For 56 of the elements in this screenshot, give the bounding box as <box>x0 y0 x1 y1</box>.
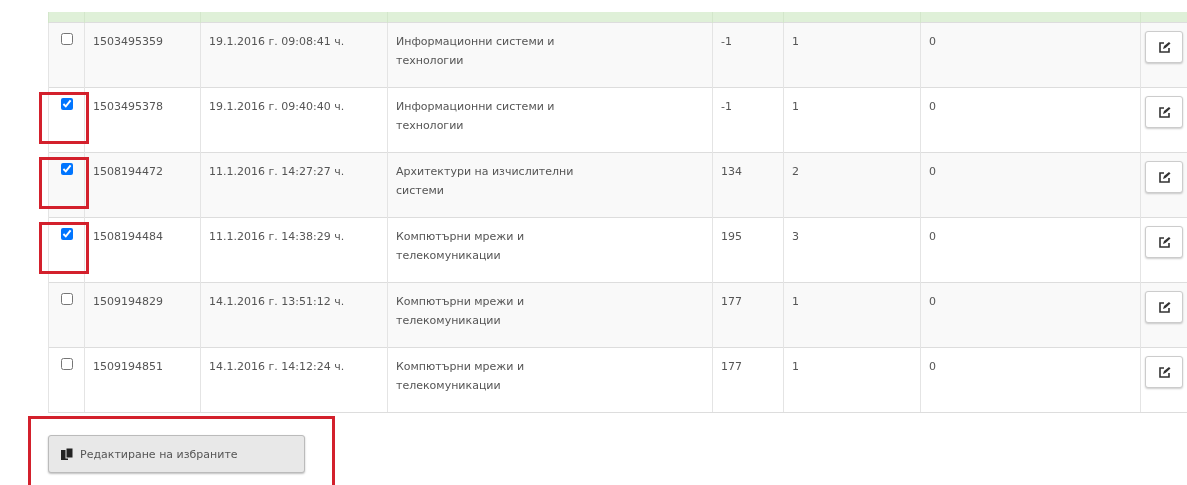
edit-button[interactable] <box>1145 356 1183 388</box>
edit-selected-button[interactable]: Редактиране на избраните <box>48 435 305 473</box>
value-cell: 0 <box>929 295 936 308</box>
id-cell: 1508194472 <box>93 165 163 178</box>
id-cell: 1503495378 <box>93 100 163 113</box>
count-cell: 1 <box>792 295 799 308</box>
value-cell: -1 <box>721 100 732 113</box>
edit-icon <box>1157 40 1171 54</box>
value-cell: 0 <box>929 360 936 373</box>
value-cell: 177 <box>721 360 742 373</box>
count-cell: 3 <box>792 230 799 243</box>
id-cell: 1509194851 <box>93 360 163 373</box>
edit-icon <box>1157 300 1171 314</box>
row-checkbox[interactable] <box>60 33 73 45</box>
row-checkbox[interactable] <box>60 293 73 305</box>
count-cell: 1 <box>792 35 799 48</box>
files-icon <box>61 447 75 461</box>
subject-cell-text: Компютърни мрежи и телекомуникации <box>396 294 526 329</box>
id-cell: 1509194829 <box>93 295 163 308</box>
value-cell: 134 <box>721 165 742 178</box>
id-cell: 1508194484 <box>93 230 163 243</box>
row-checkbox[interactable] <box>60 163 73 175</box>
subject-cell-text: Компютърни мрежи и телекомуникации <box>396 229 526 264</box>
row-checkbox[interactable] <box>60 358 73 370</box>
value-cell: 195 <box>721 230 742 243</box>
date-cell-text: 14.1.2016 г. 13:51:12 ч. <box>209 294 345 310</box>
id-cell: 1503495359 <box>93 35 163 48</box>
row-checkbox[interactable] <box>60 228 73 240</box>
edit-button[interactable] <box>1145 291 1183 323</box>
count-cell: 1 <box>792 360 799 373</box>
subject-cell-text: Компютърни мрежи и телекомуникации <box>396 359 526 394</box>
value-cell: 0 <box>929 35 936 48</box>
value-cell: 0 <box>929 165 936 178</box>
subject-cell-text: Информационни системи и технологии <box>396 34 556 69</box>
date-cell-text: 14.1.2016 г. 14:12:24 ч. <box>209 359 345 375</box>
row-checkbox[interactable] <box>60 98 73 110</box>
subject-cell-text: Архитектури на изчислителни системи <box>396 164 575 199</box>
edit-button[interactable] <box>1145 161 1183 193</box>
subject-cell-text: Информационни системи и технологии <box>396 99 556 134</box>
value-cell: 177 <box>721 295 742 308</box>
edit-icon <box>1157 365 1171 379</box>
edit-icon <box>1157 235 1171 249</box>
edit-button[interactable] <box>1145 226 1183 258</box>
date-cell-text: 19.1.2016 г. 09:08:41 ч. <box>209 34 345 50</box>
count-cell: 2 <box>792 165 799 178</box>
value-cell: 0 <box>929 100 936 113</box>
count-cell: 1 <box>792 100 799 113</box>
date-cell-text: 11.1.2016 г. 14:27:27 ч. <box>209 164 345 180</box>
edit-button[interactable] <box>1145 31 1183 63</box>
date-cell-text: 11.1.2016 г. 14:38:29 ч. <box>209 229 345 245</box>
value-cell: 0 <box>929 230 936 243</box>
date-cell-text: 19.1.2016 г. 09:40:40 ч. <box>209 99 345 115</box>
edit-icon <box>1157 105 1171 119</box>
value-cell: -1 <box>721 35 732 48</box>
edit-button[interactable] <box>1145 96 1183 128</box>
edit-icon <box>1157 170 1171 184</box>
